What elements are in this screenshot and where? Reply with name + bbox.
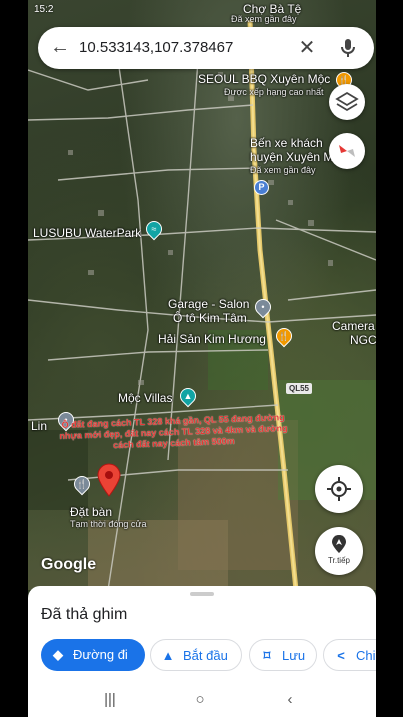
back-icon[interactable]: ‹: [278, 688, 302, 712]
back-arrow-icon[interactable]: ←: [48, 36, 72, 60]
sheet-drag-handle[interactable]: [190, 592, 214, 596]
android-nav-bar: ||| ○ ‹: [28, 683, 376, 717]
bookmark-icon: ⌑: [263, 648, 271, 663]
start-button[interactable]: ▲ Bắt đầu: [150, 639, 242, 671]
bus-station-icon[interactable]: P: [254, 180, 269, 195]
search-bar[interactable]: ← 10.533143,107.378467 ✕: [38, 27, 374, 69]
dropped-pin-icon[interactable]: [96, 463, 122, 497]
navigation-icon: [332, 535, 346, 553]
share-icon: <: [337, 648, 345, 663]
poi-sub-dat-ban: Tạm thời đóng cửa: [70, 519, 147, 529]
share-button[interactable]: < Chi: [323, 639, 376, 671]
google-logo: Google: [41, 556, 97, 573]
home-icon[interactable]: ○: [188, 688, 212, 712]
compass-button[interactable]: [329, 133, 365, 169]
poi-label-moc-villas[interactable]: Mộc Villas: [118, 391, 172, 405]
crosshair-icon: [327, 477, 351, 501]
clear-icon[interactable]: ✕: [294, 35, 320, 61]
poi-sub-ben-xe: Đã xem gần đây: [250, 165, 316, 175]
poi-label-camera-1[interactable]: Camera: [332, 319, 375, 333]
poi-label-ben-xe-2[interactable]: huyện Xuyên M: [250, 150, 333, 164]
poi-label-camera-2[interactable]: NGC: [350, 333, 376, 347]
maps-app-screen: 15:2 Chợ Bà Tệ Đã xem gần đây SEOUL BBQ …: [28, 0, 376, 717]
status-bar: 15:2: [28, 0, 376, 22]
left-black-border: [0, 0, 28, 717]
poi-label-dat-ban[interactable]: Đặt bàn: [70, 505, 112, 519]
search-query[interactable]: 10.533143,107.378467: [79, 39, 233, 56]
poi-label-lin[interactable]: Lin: [31, 419, 47, 433]
right-black-border: [376, 0, 403, 717]
navigate-button-label: Tr.tiếp: [328, 556, 350, 565]
poi-label-seoul-bbq[interactable]: SEOUL BBQ Xuyên Mộc: [198, 72, 330, 86]
poi-label-garage-1[interactable]: Garage - Salon: [168, 297, 249, 311]
layers-button[interactable]: [329, 84, 365, 120]
start-label: Bắt đầu: [183, 648, 228, 663]
recent-apps-icon[interactable]: |||: [98, 688, 122, 712]
save-button[interactable]: ⌑ Lưu: [249, 639, 317, 671]
poi-label-lusubu[interactable]: LUSUBU WaterPark: [33, 226, 141, 240]
poi-label-ben-xe-1[interactable]: Bến xe khách: [250, 136, 323, 150]
my-location-button[interactable]: [315, 465, 363, 513]
poi-label-hai-san[interactable]: Hải Sản Kim Hương: [158, 332, 266, 346]
navigate-button[interactable]: Tr.tiếp: [315, 527, 363, 575]
poi-sub-seoul-bbq: Được xếp hạng cao nhất: [224, 87, 324, 97]
status-time: 15:2: [34, 4, 54, 15]
directions-button[interactable]: ◆ Đường đi: [41, 639, 145, 671]
microphone-icon[interactable]: [336, 36, 360, 60]
compass-icon: [339, 145, 355, 157]
layers-icon: [335, 91, 359, 112]
road-shield-ql55: QL55: [286, 383, 313, 394]
navigation-arrow-icon: ▲: [161, 648, 175, 663]
poi-sub-cho-ba-te: Đã xem gần đây: [231, 14, 297, 24]
sheet-title: Đã thả ghim: [41, 606, 128, 623]
directions-icon: ◆: [53, 647, 63, 662]
save-label: Lưu: [282, 648, 306, 663]
poi-label-garage-2[interactable]: Ô tô Kim Tâm: [173, 311, 247, 325]
directions-label: Đường đi: [73, 647, 128, 662]
satellite-map[interactable]: 15:2 Chợ Bà Tệ Đã xem gần đây SEOUL BBQ …: [28, 0, 376, 590]
share-label: Chi: [356, 648, 376, 663]
